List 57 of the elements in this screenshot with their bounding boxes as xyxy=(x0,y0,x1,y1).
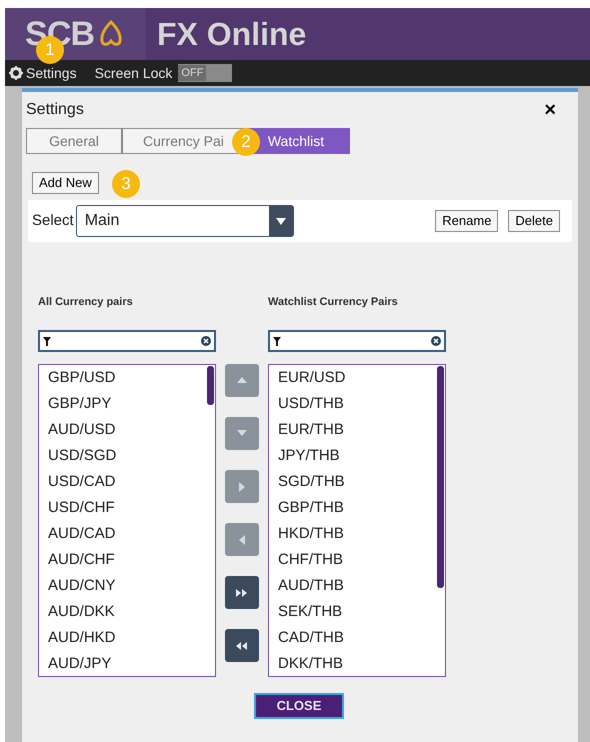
app-title: FX Online xyxy=(157,15,306,54)
list-heading: Watchlist Currency Pairs xyxy=(268,295,399,310)
list-item[interactable]: GBP/THB xyxy=(269,495,445,521)
list-item[interactable]: USD/CAD xyxy=(39,469,215,495)
list-item[interactable]: CHF/THB xyxy=(269,547,445,573)
scrollbar-thumb[interactable] xyxy=(437,366,444,588)
filter-field[interactable] xyxy=(38,330,216,352)
list-item[interactable]: JPY/THB xyxy=(269,443,445,469)
screen-lock-label: Screen Lock xyxy=(94,64,172,82)
tab[interactable]: Currency Pai xyxy=(122,128,242,154)
double-right-arrow-button[interactable] xyxy=(225,576,259,609)
close-button[interactable]: × xyxy=(544,100,556,120)
rename-button[interactable]: Rename xyxy=(435,210,498,232)
select-label: Select xyxy=(32,210,74,231)
settings-menu-item[interactable]: Settings xyxy=(9,62,77,84)
double-left-arrow-icon xyxy=(236,640,248,650)
list-item[interactable]: USD/THB xyxy=(269,391,445,417)
filter-icon xyxy=(273,336,281,346)
close-dialog-button[interactable]: CLOSE xyxy=(254,693,344,719)
list-heading: All Currency pairs xyxy=(38,295,134,310)
filter-field[interactable] xyxy=(268,330,446,352)
list-item[interactable]: USD/SGD xyxy=(39,443,215,469)
list-item[interactable]: HKD/THB xyxy=(269,521,445,547)
list-item[interactable]: SEK/THB xyxy=(269,599,445,625)
list-item[interactable]: AUD/JPY xyxy=(39,651,215,676)
double-right-arrow-icon xyxy=(236,588,248,598)
filter-icon xyxy=(43,336,51,346)
list-item[interactable]: GBP/USD xyxy=(39,365,215,391)
list-item[interactable]: GBP/JPY xyxy=(39,391,215,417)
scrollbar-thumb[interactable] xyxy=(207,366,214,405)
clear-icon xyxy=(201,336,211,346)
delete-button[interactable]: Delete xyxy=(508,210,560,232)
list-item[interactable]: AUD/CHF xyxy=(39,547,215,573)
caret-icon xyxy=(268,206,293,236)
double-left-arrow-button[interactable] xyxy=(225,629,259,662)
screen-lock-toggle[interactable]: OFF xyxy=(178,64,232,82)
list-item[interactable]: SGD/THB xyxy=(269,469,445,495)
list-item[interactable]: AUD/CAD xyxy=(39,521,215,547)
list-item[interactable]: EUR/THB xyxy=(269,417,445,443)
list-item[interactable]: AUD/HKD xyxy=(39,625,215,651)
list-item[interactable]: USD/CHF xyxy=(39,495,215,521)
list-item[interactable]: AUD/CNY xyxy=(39,573,215,599)
list-item[interactable]: AUD/USD xyxy=(39,417,215,443)
list-item[interactable]: EUR/USD xyxy=(269,365,445,391)
list-item[interactable]: AUD/THB xyxy=(269,573,445,599)
list-item[interactable]: AUD/DKK xyxy=(39,599,215,625)
bell-shape-icon xyxy=(98,19,124,49)
up-triangle-icon xyxy=(236,376,248,386)
watchlist-dropdown[interactable]: Main xyxy=(76,205,294,237)
settings-icon xyxy=(9,66,23,80)
clear-icon xyxy=(431,336,441,346)
tab[interactable]: General xyxy=(26,128,122,154)
add-new-button[interactable]: Add New xyxy=(32,172,99,194)
list-item[interactable]: DKK/THB xyxy=(269,651,445,676)
down-triangle-icon xyxy=(236,428,248,438)
list-item[interactable]: CAD/THB xyxy=(269,625,445,651)
dialog-title: Settings xyxy=(26,100,84,120)
